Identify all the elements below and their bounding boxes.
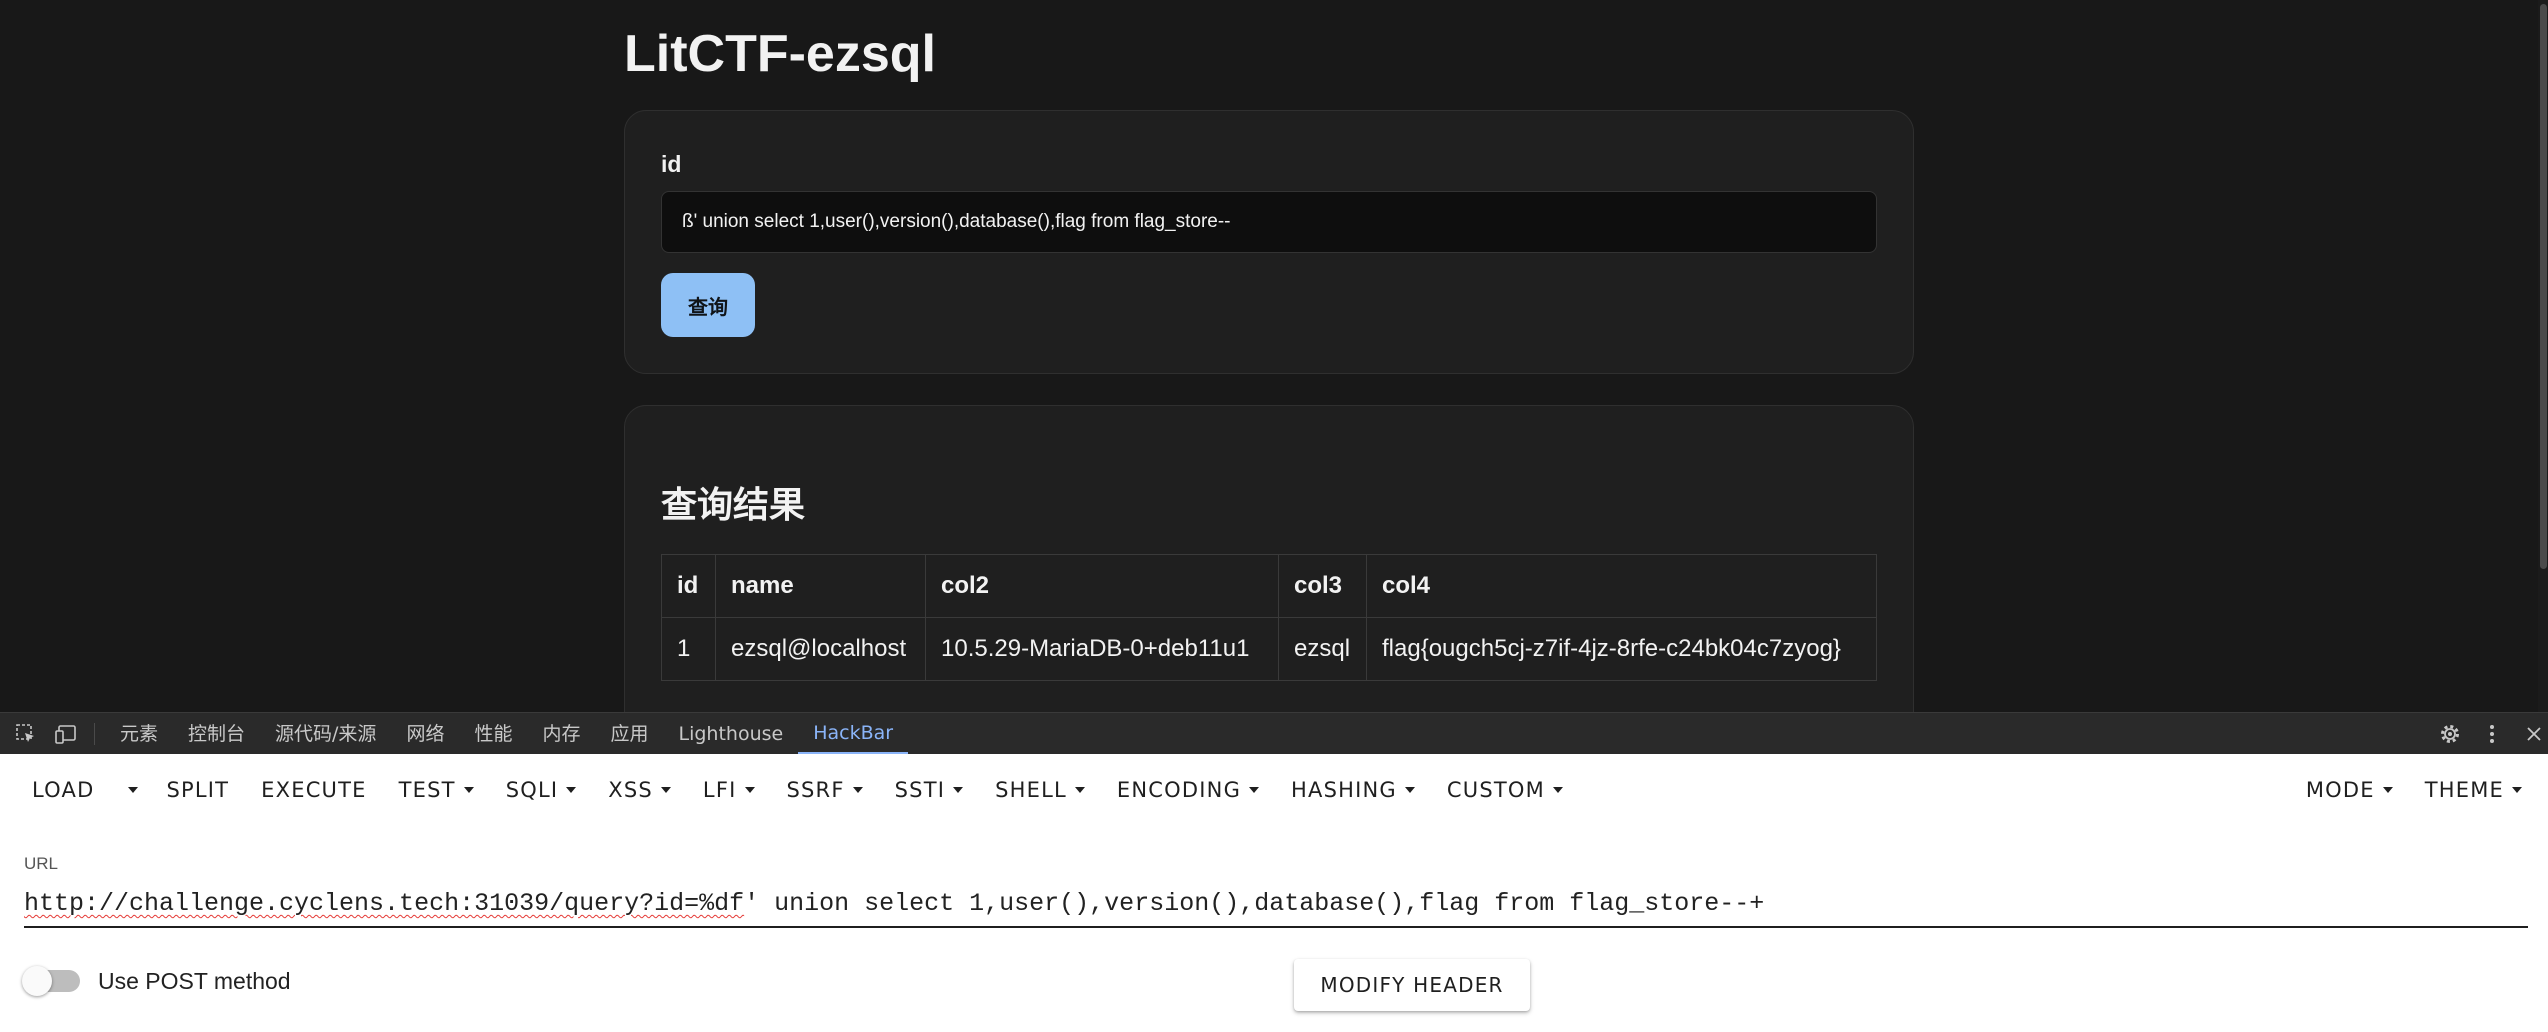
device-toolbar-icon[interactable] bbox=[52, 720, 80, 748]
column-header-col3: col3 bbox=[1278, 554, 1367, 618]
chevron-down-icon bbox=[1074, 787, 1085, 793]
shell-menu-label: SHELL bbox=[995, 778, 1067, 802]
hackbar-menu: LOAD SPLIT EXECUTE TEST SQLI XSS LFI SSR… bbox=[0, 754, 2548, 826]
ssti-menu-label: SSTI bbox=[894, 778, 946, 802]
load-button[interactable]: LOAD bbox=[0, 754, 116, 826]
url-input[interactable]: http://challenge.cyclens.tech:31039/quer… bbox=[24, 880, 2528, 928]
results-title: 查询结果 bbox=[661, 484, 806, 525]
modify-header-button[interactable]: MODIFY HEADER bbox=[1294, 959, 1530, 1011]
id-field-label: id bbox=[661, 151, 682, 177]
tab-console[interactable]: 控制台 bbox=[173, 713, 260, 755]
id-input[interactable]: ß' union select 1,user(),version(),datab… bbox=[661, 191, 1877, 253]
hackbar-right-menu: MODE THEME bbox=[2290, 754, 2548, 826]
column-header-col2: col2 bbox=[925, 554, 1279, 618]
cell-col4: flag{ougch5cj-z7if-4jz-8rfe-c24bk04c7zyo… bbox=[1366, 617, 1877, 681]
mode-menu[interactable]: MODE bbox=[2290, 754, 2409, 826]
chevron-down-icon bbox=[1249, 787, 1260, 793]
encoding-menu[interactable]: ENCODING bbox=[1101, 754, 1275, 826]
chevron-down-icon bbox=[566, 787, 577, 793]
encoding-menu-label: ENCODING bbox=[1116, 778, 1242, 802]
chevron-down-icon bbox=[1404, 787, 1415, 793]
chevron-down-icon bbox=[852, 787, 863, 793]
page-scrollbar-thumb[interactable] bbox=[2540, 4, 2547, 569]
cell-name: ezsql@localhost bbox=[715, 617, 926, 681]
inspect-element-icon[interactable] bbox=[12, 720, 40, 748]
url-field-label: URL bbox=[24, 854, 59, 873]
split-button[interactable]: SPLIT bbox=[150, 754, 245, 826]
chevron-down-icon bbox=[660, 787, 671, 793]
column-header-col4: col4 bbox=[1366, 554, 1877, 618]
test-menu[interactable]: TEST bbox=[383, 754, 490, 826]
custom-menu-label: CUSTOM bbox=[1446, 778, 1545, 802]
query-submit-button[interactable]: 查询 bbox=[661, 273, 755, 337]
xss-menu-label: XSS bbox=[608, 778, 653, 802]
xss-menu[interactable]: XSS bbox=[592, 754, 687, 826]
hackbar-panel: LOAD SPLIT EXECUTE TEST SQLI XSS LFI SSR… bbox=[0, 754, 2548, 1032]
sqli-menu[interactable]: SQLI bbox=[490, 754, 593, 826]
close-icon[interactable] bbox=[2520, 720, 2548, 748]
devtools-right-actions bbox=[2422, 720, 2548, 748]
tab-elements[interactable]: 元素 bbox=[105, 713, 173, 755]
table-header-row: id name col2 col3 col4 bbox=[661, 554, 1877, 618]
url-payload-part: ' union select 1,user(),version(),databa… bbox=[744, 889, 1765, 918]
chevron-down-icon bbox=[953, 787, 964, 793]
lfi-menu-label: LFI bbox=[702, 778, 737, 802]
devtools-tab-bar: 元素 控制台 源代码/来源 网络 性能 内存 应用 Lighthouse Hac… bbox=[0, 712, 2548, 755]
hashing-menu[interactable]: HASHING bbox=[1275, 754, 1431, 826]
more-options-icon[interactable] bbox=[2478, 720, 2506, 748]
theme-menu[interactable]: THEME bbox=[2409, 754, 2538, 826]
chevron-down-icon bbox=[744, 787, 755, 793]
tab-memory[interactable]: 内存 bbox=[527, 713, 595, 755]
chevron-down-icon bbox=[2382, 787, 2393, 793]
lfi-menu[interactable]: LFI bbox=[687, 754, 771, 826]
cell-id: 1 bbox=[661, 617, 716, 681]
column-header-id: id bbox=[661, 554, 716, 618]
cell-col2: 10.5.29-MariaDB-0+deb11u1 bbox=[925, 617, 1279, 681]
custom-menu[interactable]: CUSTOM bbox=[1431, 754, 1579, 826]
chevron-down-icon bbox=[2512, 787, 2522, 793]
ssrf-menu[interactable]: SSRF bbox=[771, 754, 879, 826]
tab-application[interactable]: 应用 bbox=[595, 713, 663, 755]
page-scrollbar[interactable] bbox=[2538, 0, 2548, 712]
shell-menu[interactable]: SHELL bbox=[979, 754, 1101, 826]
column-header-name: name bbox=[715, 554, 926, 618]
chevron-down-icon bbox=[1552, 787, 1563, 793]
test-menu-label: TEST bbox=[398, 778, 456, 802]
load-dropdown-button[interactable] bbox=[116, 754, 150, 826]
ssti-menu[interactable]: SSTI bbox=[879, 754, 979, 826]
toggle-knob bbox=[22, 966, 52, 996]
url-host-part: http://challenge.cyclens.tech:31039/quer… bbox=[24, 889, 745, 918]
table-row: 1 ezsql@localhost 10.5.29-MariaDB-0+deb1… bbox=[661, 617, 1877, 681]
page-title: LitCTF-ezsql bbox=[624, 25, 936, 83]
hashing-menu-label: HASHING bbox=[1291, 778, 1397, 802]
post-method-toggle[interactable] bbox=[22, 966, 80, 996]
tab-sources[interactable]: 源代码/来源 bbox=[260, 713, 391, 755]
theme-menu-label: THEME bbox=[2424, 778, 2504, 802]
tab-lighthouse[interactable]: Lighthouse bbox=[664, 713, 799, 755]
tab-hackbar[interactable]: HackBar bbox=[798, 713, 909, 755]
post-method-label: Use POST method bbox=[98, 968, 291, 994]
query-form-card: id ß' union select 1,user(),version(),da… bbox=[624, 110, 1914, 374]
cell-col3: ezsql bbox=[1278, 617, 1367, 681]
ssrf-menu-label: SSRF bbox=[786, 778, 845, 802]
sqli-menu-label: SQLI bbox=[505, 778, 559, 802]
query-results-card: 查询结果 id name col2 col3 col4 1 ezsql@loca… bbox=[624, 405, 1914, 712]
results-table: id name col2 col3 col4 1 ezsql@localhost… bbox=[661, 554, 1877, 681]
chevron-down-icon bbox=[463, 787, 474, 793]
tab-performance[interactable]: 性能 bbox=[459, 713, 527, 755]
tab-separator bbox=[94, 722, 95, 745]
mode-menu-label: MODE bbox=[2305, 778, 2375, 802]
chevron-down-icon bbox=[128, 787, 139, 793]
execute-button[interactable]: EXECUTE bbox=[245, 754, 382, 826]
tab-network[interactable]: 网络 bbox=[391, 713, 459, 755]
settings-gear-icon[interactable] bbox=[2436, 720, 2464, 748]
web-page: LitCTF-ezsql id ß' union select 1,user()… bbox=[0, 0, 2548, 712]
